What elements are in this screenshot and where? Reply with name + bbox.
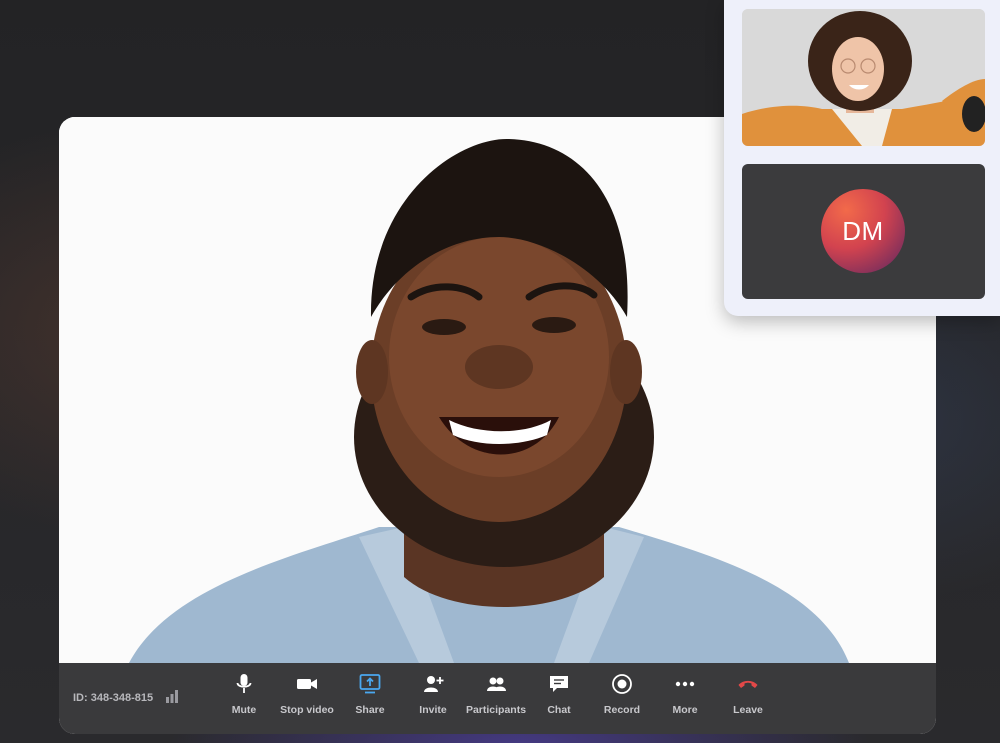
record-icon xyxy=(612,674,632,694)
participant-avatar-tile[interactable]: DM xyxy=(742,164,985,299)
chat-icon xyxy=(550,676,568,692)
share-screen-icon xyxy=(359,674,381,694)
add-person-icon xyxy=(424,676,444,692)
participants-button[interactable]: Participants xyxy=(461,673,531,725)
stop-video-button[interactable]: Stop video xyxy=(272,673,342,725)
participants-icon xyxy=(487,677,506,691)
record-button[interactable]: Record xyxy=(587,673,657,725)
more-dots-icon xyxy=(675,681,695,687)
avatar: DM xyxy=(821,189,905,273)
microphone-icon xyxy=(236,674,252,693)
participant-video-tile[interactable] xyxy=(742,9,985,146)
invite-button[interactable]: Invite xyxy=(398,673,468,725)
meeting-id: ID: 348-348-815 xyxy=(73,692,154,704)
participants-panel: DM xyxy=(724,0,1000,316)
mute-button[interactable]: Mute xyxy=(209,673,279,725)
participant-video xyxy=(742,9,985,146)
signal-strength-icon xyxy=(166,690,178,703)
hang-up-icon xyxy=(738,680,758,688)
video-camera-icon xyxy=(297,679,317,689)
leave-button[interactable]: Leave xyxy=(713,673,783,725)
more-button[interactable]: More xyxy=(650,673,720,725)
chat-button[interactable]: Chat xyxy=(524,673,594,725)
share-button[interactable]: Share xyxy=(335,673,405,725)
call-toolbar: ID: 348-348-815 Mute Stop video Share In… xyxy=(59,663,936,734)
